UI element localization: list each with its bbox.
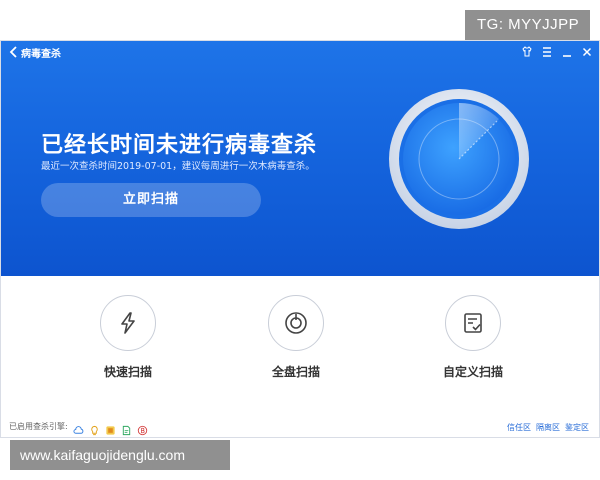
engines-label: 已启用查杀引擎: [9, 422, 68, 431]
title-bar: 病毒查杀 [1, 41, 599, 63]
cloud-engine-icon[interactable] [73, 421, 84, 434]
quick-scan-label: 快速扫描 [103, 365, 152, 379]
checklist-icon [464, 313, 482, 333]
last-scan-info: 最近一次查杀时间2019-07-01，建议每周进行一次木病毒查杀。 [41, 161, 315, 172]
antivirus-window: 病毒查杀 已经长时间未进行病毒查杀 最近一次查杀时间2019-07-01，建议每… [0, 40, 600, 438]
back-arrow-icon[interactable] [7, 44, 21, 60]
minimize-icon[interactable] [561, 44, 573, 60]
quick-scan-option[interactable]: 快速扫描 [78, 295, 178, 380]
trust-zone-link[interactable]: 信任区 [507, 422, 531, 433]
appraisal-link[interactable]: 鉴定区 [565, 422, 589, 433]
quarantine-link[interactable]: 隔离区 [536, 422, 560, 433]
custom-scan-option[interactable]: 自定义扫描 [423, 295, 523, 380]
tg-watermark-tag: TG: MYYJJPP [465, 10, 590, 40]
full-scan-label: 全盘扫描 [271, 365, 320, 379]
bulb-engine-icon[interactable] [89, 421, 100, 436]
bitdefender-engine-icon[interactable] [137, 421, 148, 436]
footer-links: 信任区 隔离区 鉴定区 [507, 422, 589, 433]
disk-icon [285, 312, 307, 334]
url-watermark-tag: www.kaifaguojidenglu.com [10, 440, 230, 470]
lightning-icon [121, 312, 135, 334]
scan-now-button[interactable]: 立即扫描 [41, 183, 261, 217]
skin-shirt-icon[interactable] [521, 44, 533, 60]
scan-radar-icon [387, 87, 531, 231]
menu-icon[interactable] [541, 44, 553, 60]
engines-bar: 已启用查杀引擎: [9, 421, 148, 436]
quick-scan-circle[interactable] [100, 295, 156, 351]
close-icon[interactable] [581, 44, 593, 60]
hero-banner: 病毒查杀 已经长时间未进行病毒查杀 最近一次查杀时间2019-07-01，建议每… [1, 41, 599, 276]
custom-scan-circle[interactable] [445, 295, 501, 351]
file-engine-icon[interactable] [121, 421, 132, 436]
qvm-engine-icon[interactable] [105, 421, 116, 435]
window-controls [521, 44, 593, 60]
full-scan-option[interactable]: 全盘扫描 [246, 295, 346, 380]
status-headline: 已经长时间未进行病毒查杀 [41, 133, 318, 158]
full-scan-circle[interactable] [268, 295, 324, 351]
custom-scan-label: 自定义扫描 [442, 365, 503, 379]
window-title: 病毒查杀 [21, 49, 61, 60]
